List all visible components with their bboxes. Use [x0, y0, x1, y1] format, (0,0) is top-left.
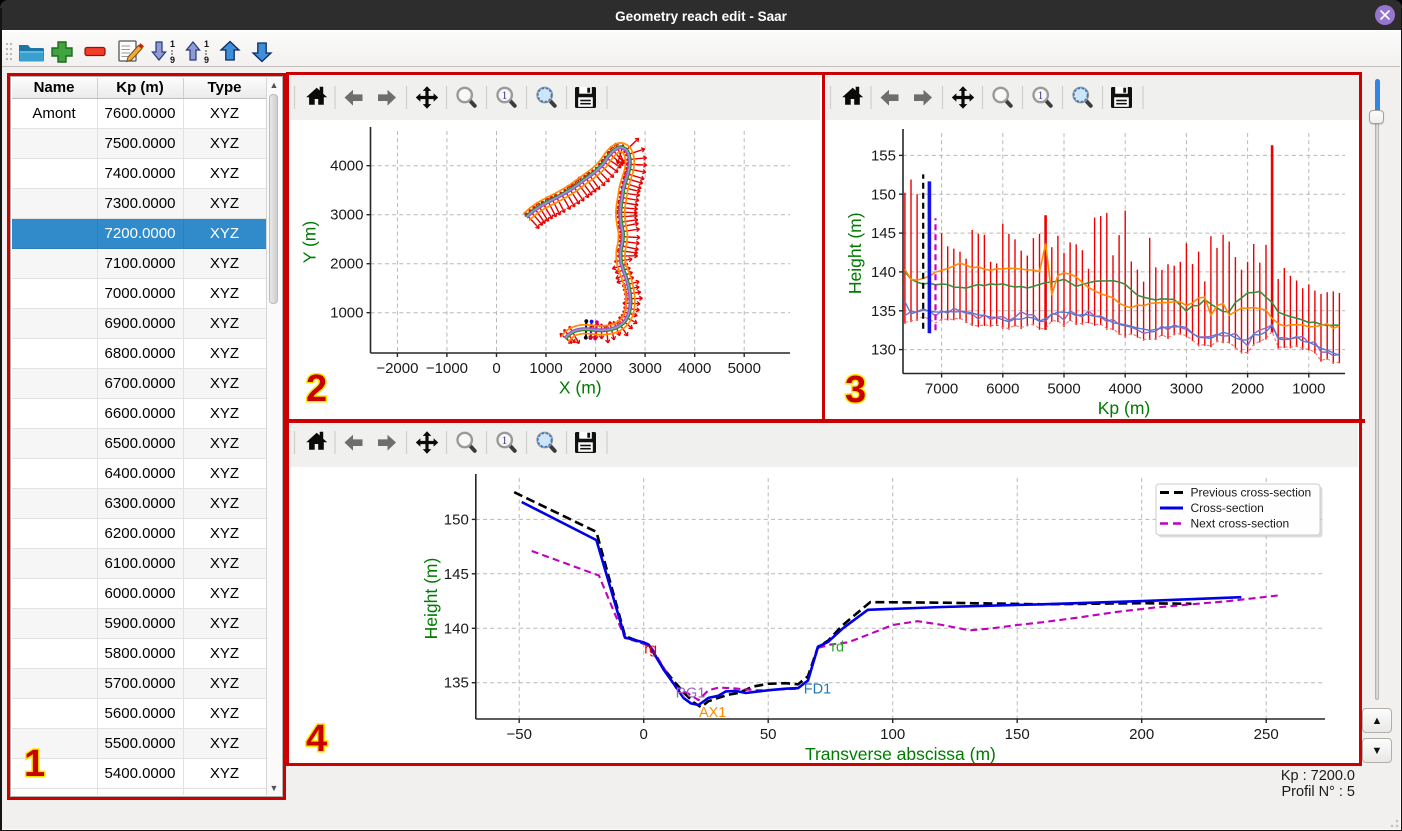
svg-text:1: 1	[1038, 90, 1044, 102]
svg-text:Kp (m): Kp (m)	[1098, 398, 1151, 418]
svg-text:9: 9	[204, 55, 209, 65]
svg-text:50: 50	[760, 726, 777, 743]
svg-text:1: 1	[170, 39, 175, 49]
svg-text:3000: 3000	[628, 360, 661, 377]
svg-text:3000: 3000	[330, 207, 363, 224]
svg-text:135: 135	[444, 675, 469, 692]
svg-text:0: 0	[492, 360, 500, 377]
svg-text:155: 155	[871, 147, 896, 164]
svg-text:Cross-section: Cross-section	[1191, 501, 1264, 515]
svg-text:5000: 5000	[728, 360, 761, 377]
svg-text:−50: −50	[506, 726, 531, 743]
svg-text:0: 0	[640, 726, 648, 743]
svg-text:Next cross-section: Next cross-section	[1191, 517, 1290, 531]
svg-text:6000: 6000	[986, 381, 1019, 398]
svg-text:2000: 2000	[330, 256, 363, 273]
svg-text:1: 1	[502, 435, 508, 447]
svg-text:250: 250	[1254, 726, 1279, 743]
svg-text:AX1: AX1	[699, 705, 726, 721]
svg-text:X (m): X (m)	[559, 378, 602, 398]
svg-text:1: 1	[24, 743, 45, 785]
svg-text:−1000: −1000	[426, 360, 468, 377]
svg-text:150: 150	[444, 511, 469, 528]
svg-text:Previous cross-section: Previous cross-section	[1191, 486, 1312, 500]
svg-text:7000: 7000	[925, 381, 958, 398]
svg-text:rg: rg	[644, 641, 657, 657]
svg-text:145: 145	[871, 225, 896, 242]
svg-text:4000: 4000	[330, 158, 363, 175]
svg-text:2: 2	[306, 368, 327, 410]
svg-text:150: 150	[871, 186, 896, 203]
svg-text:145: 145	[444, 566, 469, 583]
svg-text:4000: 4000	[1109, 381, 1142, 398]
svg-text:FD1: FD1	[804, 682, 831, 698]
svg-text:Transverse abscissa (m): Transverse abscissa (m)	[805, 744, 996, 763]
svg-text:140: 140	[871, 264, 896, 281]
svg-text:Height (m): Height (m)	[845, 212, 865, 294]
svg-text:140: 140	[444, 620, 469, 637]
svg-text:135: 135	[871, 303, 896, 320]
svg-text:4000: 4000	[678, 360, 711, 377]
svg-text:RG1: RG1	[676, 685, 706, 701]
svg-text:3: 3	[845, 369, 866, 411]
svg-text:rd: rd	[831, 640, 844, 656]
svg-text:1: 1	[502, 90, 508, 102]
svg-text:130: 130	[871, 342, 896, 359]
svg-text:1: 1	[204, 39, 209, 49]
svg-text:−2000: −2000	[376, 360, 418, 377]
svg-text:1000: 1000	[1292, 381, 1325, 398]
svg-text:2000: 2000	[1231, 381, 1264, 398]
svg-text:Y (m): Y (m)	[300, 221, 320, 263]
svg-text:1000: 1000	[529, 360, 562, 377]
svg-text:3000: 3000	[1170, 381, 1203, 398]
svg-text:9: 9	[170, 55, 175, 65]
svg-text:150: 150	[1005, 726, 1030, 743]
svg-text:200: 200	[1129, 726, 1154, 743]
svg-text:2000: 2000	[579, 360, 612, 377]
svg-text:100: 100	[880, 726, 905, 743]
svg-text:4: 4	[306, 718, 327, 760]
svg-text:Height (m): Height (m)	[421, 558, 441, 640]
svg-text:5000: 5000	[1047, 381, 1080, 398]
svg-text:1000: 1000	[330, 305, 363, 322]
